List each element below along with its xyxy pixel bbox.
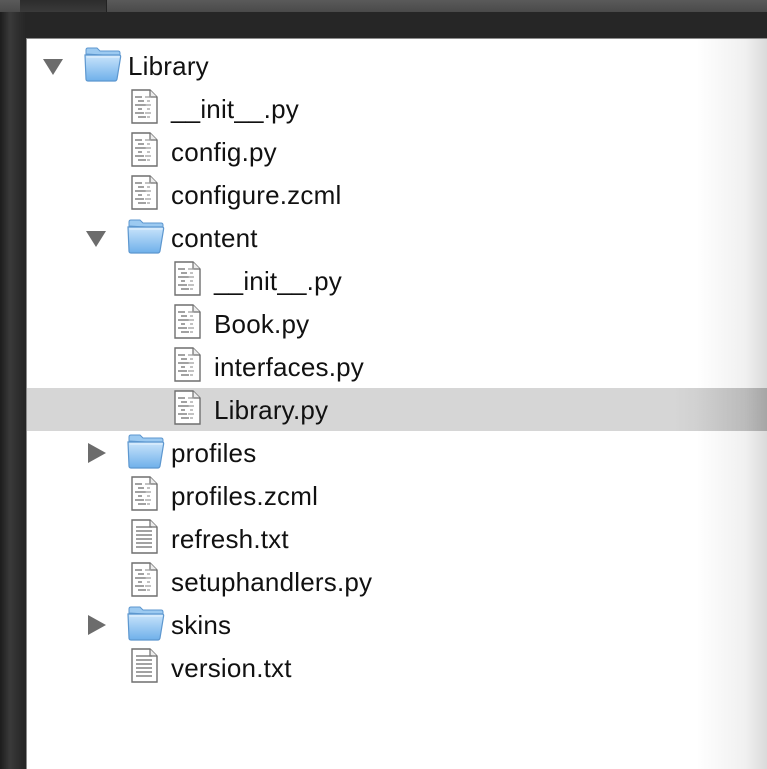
tree-item-label: setuphandlers.py <box>171 567 373 597</box>
tree-item-label: Library.py <box>214 395 329 425</box>
tree-folder-row[interactable]: skins <box>27 603 767 646</box>
tree-file-row[interactable]: version.txt <box>27 646 767 689</box>
tree-item-label: version.txt <box>171 653 292 683</box>
python-file-icon <box>169 388 209 433</box>
tree-file-row[interactable]: Book.py <box>27 302 767 345</box>
tree-file-row[interactable]: __init__.py <box>27 259 767 302</box>
disclosure-triangle-down-icon[interactable] <box>43 59 63 75</box>
tree-item-label: skins <box>171 610 232 640</box>
python-file-icon <box>169 259 209 304</box>
text-file-icon <box>126 646 166 691</box>
tree-file-row[interactable]: interfaces.py <box>27 345 767 388</box>
tree-file-row[interactable]: profiles.zcml <box>27 474 767 517</box>
tree-folder-row[interactable]: Library <box>27 44 767 87</box>
folder-icon <box>126 603 166 648</box>
tree-item-label: content <box>171 223 258 253</box>
editor-window: Library __init__.py config.py configure.zcm… <box>0 0 767 769</box>
tree-item-label: profiles.zcml <box>171 481 319 511</box>
python-file-icon <box>126 173 166 218</box>
tree-item-label: configure.zcml <box>171 180 342 210</box>
toolbar-tab[interactable] <box>20 0 107 12</box>
disclosure-triangle-right-icon[interactable] <box>88 443 106 463</box>
tree-item-label: interfaces.py <box>214 352 365 382</box>
window-toolbar <box>0 0 767 12</box>
tree-file-row[interactable]: Library.py <box>27 388 767 431</box>
tree-item-label: Book.py <box>214 309 310 339</box>
tree-file-row[interactable]: refresh.txt <box>27 517 767 560</box>
folder-icon <box>83 44 123 89</box>
disclosure-triangle-down-icon[interactable] <box>86 231 106 247</box>
tree-item-label: refresh.txt <box>171 524 289 554</box>
tree-folder-row[interactable]: profiles <box>27 431 767 474</box>
python-file-icon <box>126 87 166 132</box>
python-file-icon <box>126 474 166 519</box>
folder-icon <box>126 431 166 476</box>
tree-file-row[interactable]: __init__.py <box>27 87 767 130</box>
disclosure-triangle-right-icon[interactable] <box>88 615 106 635</box>
tree-item-label: profiles <box>171 438 257 468</box>
file-tree-panel: Library __init__.py config.py configure.zcm… <box>26 38 767 769</box>
folder-icon <box>126 216 166 261</box>
python-file-icon <box>126 130 166 175</box>
tree-item-label: Library <box>128 51 209 81</box>
python-file-icon <box>169 345 209 390</box>
tree-file-row[interactable]: configure.zcml <box>27 173 767 216</box>
tree-file-row[interactable]: setuphandlers.py <box>27 560 767 603</box>
text-file-icon <box>126 517 166 562</box>
tree-item-label: __init__.py <box>214 266 342 296</box>
python-file-icon <box>126 560 166 605</box>
tree-item-label: config.py <box>171 137 277 167</box>
tree-file-row[interactable]: config.py <box>27 130 767 173</box>
tree-item-label: __init__.py <box>171 94 299 124</box>
tree-folder-row[interactable]: content <box>27 216 767 259</box>
python-file-icon <box>169 302 209 347</box>
